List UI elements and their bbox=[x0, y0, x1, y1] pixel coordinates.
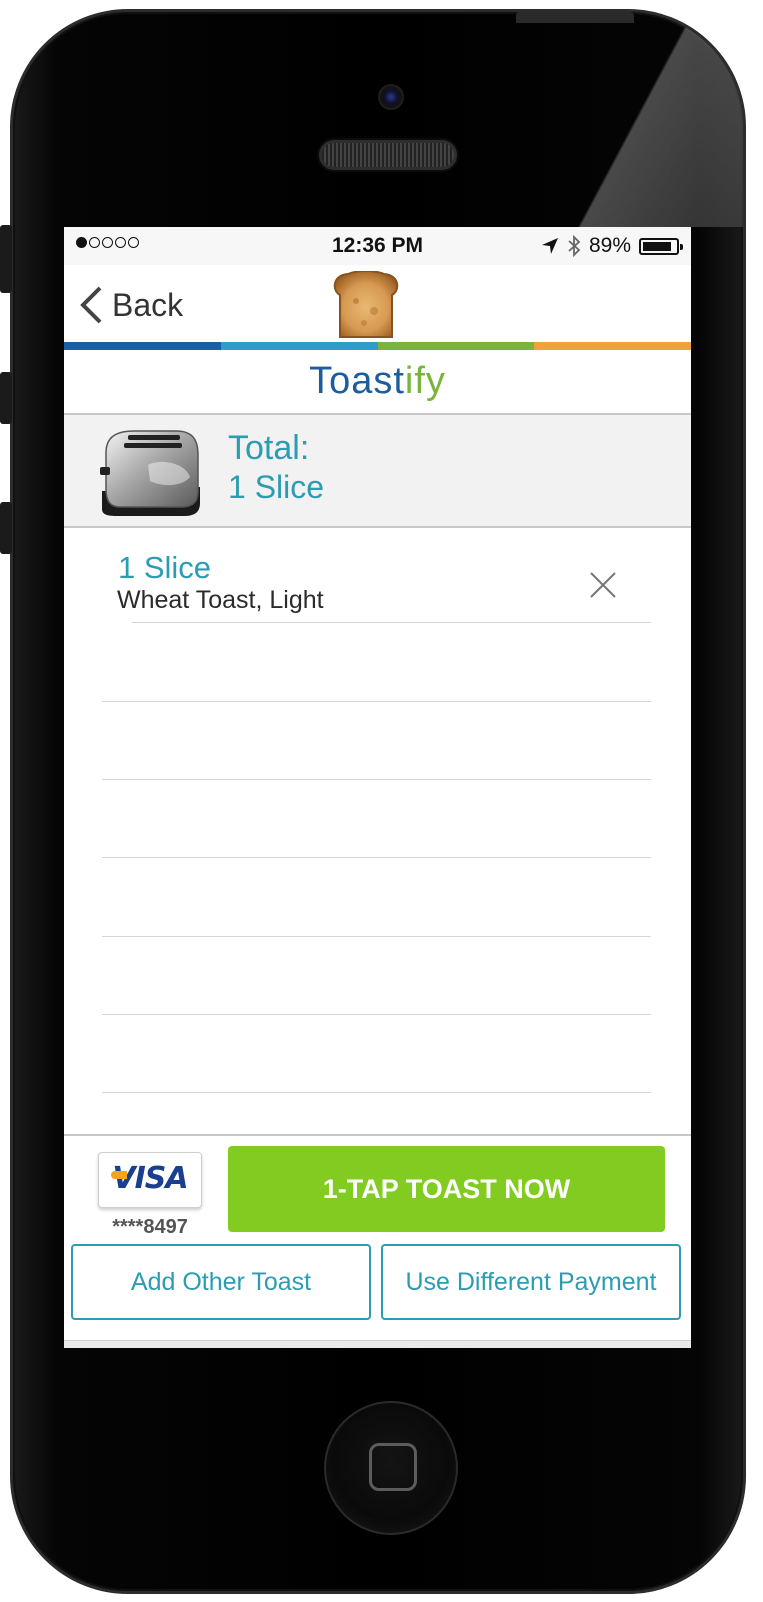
earpiece-speaker bbox=[319, 140, 457, 170]
brand-name-prefix: Toast bbox=[309, 360, 405, 402]
stripe-segment bbox=[534, 342, 691, 350]
home-button[interactable] bbox=[324, 1401, 458, 1535]
stripe-segment bbox=[220, 342, 378, 350]
visa-swoosh-mark bbox=[111, 1171, 127, 1179]
use-different-payment-button[interactable]: Use Different Payment bbox=[381, 1244, 681, 1320]
status-bar: 12:36 PM 89% bbox=[64, 227, 691, 265]
mute-switch bbox=[0, 225, 12, 293]
brand-name: Toastify bbox=[309, 360, 446, 402]
navigation-bar: Back bbox=[64, 265, 691, 342]
toaster-icon bbox=[100, 430, 200, 516]
stripe-segment bbox=[377, 342, 535, 350]
list-divider bbox=[132, 622, 651, 623]
battery-percent: 89% bbox=[588, 234, 631, 257]
add-other-toast-button[interactable]: Add Other Toast bbox=[71, 1244, 371, 1320]
volume-down-button bbox=[0, 502, 12, 554]
list-divider bbox=[102, 857, 651, 858]
location-arrow-icon bbox=[541, 238, 558, 254]
toast-slice-logo bbox=[333, 271, 399, 338]
color-stripe bbox=[64, 342, 691, 350]
brand-header: Toastify bbox=[64, 350, 691, 415]
app-screen: 12:36 PM 89% Back Toastify Total: 1 Slic… bbox=[64, 227, 691, 1348]
front-camera bbox=[378, 84, 404, 110]
bottom-edge bbox=[64, 1340, 691, 1348]
back-label: Back bbox=[112, 286, 184, 323]
list-divider bbox=[102, 936, 651, 937]
list-item[interactable]: 1 Slice Wheat Toast, Light bbox=[64, 528, 691, 622]
brand-name-accent: i bbox=[404, 360, 415, 402]
bluetooth-icon bbox=[568, 235, 581, 257]
order-list: 1 Slice Wheat Toast, Light bbox=[64, 528, 691, 1134]
volume-up-button bbox=[0, 372, 12, 424]
one-tap-toast-button[interactable]: 1-TAP TOAST NOW bbox=[228, 1146, 665, 1232]
total-label: Total: bbox=[228, 429, 310, 467]
battery-icon bbox=[639, 237, 683, 255]
status-right: 89% bbox=[541, 234, 683, 258]
list-divider bbox=[102, 1092, 651, 1093]
remove-item-close-icon[interactable] bbox=[588, 570, 618, 600]
item-description: Wheat Toast, Light bbox=[117, 586, 324, 614]
brand-name-suffix: fy bbox=[414, 360, 446, 402]
back-button[interactable]: Back bbox=[78, 285, 183, 325]
list-divider bbox=[102, 779, 651, 780]
item-title: 1 Slice bbox=[118, 550, 212, 585]
card-number: ****8497 bbox=[112, 1216, 188, 1238]
power-button bbox=[516, 12, 634, 23]
list-divider bbox=[102, 701, 651, 702]
stripe-segment bbox=[64, 342, 221, 350]
checkout-panel: VISA ****8497 1-TAP TOAST NOW Add Other … bbox=[64, 1134, 691, 1348]
list-divider bbox=[102, 1014, 651, 1015]
total-panel: Total: 1 Slice bbox=[64, 415, 691, 528]
visa-card-logo: VISA bbox=[98, 1152, 202, 1208]
chevron-left-icon bbox=[80, 286, 102, 324]
total-value: 1 Slice bbox=[228, 469, 325, 505]
home-square-icon bbox=[369, 1443, 417, 1491]
